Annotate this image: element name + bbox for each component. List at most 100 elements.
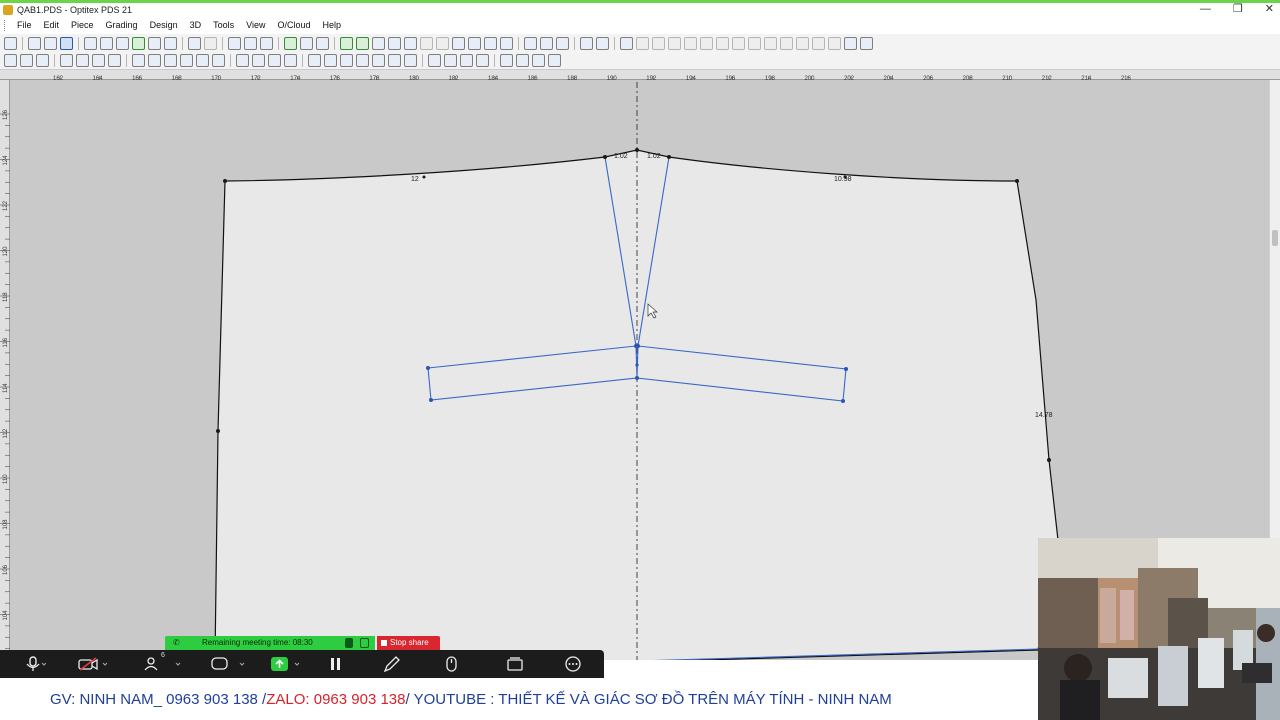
disabled-tool-icon (668, 36, 681, 50)
vertical-scrollbar[interactable] (1269, 80, 1280, 540)
share-screen-icon[interactable] (270, 656, 304, 672)
cut-icon[interactable] (228, 36, 241, 50)
menu-design[interactable]: Design (144, 17, 184, 33)
circle-icon[interactable] (500, 36, 513, 50)
shape-icon[interactable] (556, 36, 569, 50)
grid-icon[interactable] (372, 36, 385, 50)
preview-icon[interactable] (116, 36, 129, 50)
annotation-icon[interactable] (252, 54, 265, 67)
chat-icon[interactable] (210, 656, 250, 672)
reshape-icon[interactable] (92, 54, 105, 67)
piece-properties-icon[interactable] (284, 36, 297, 50)
undo-icon[interactable] (188, 36, 201, 50)
notch-icon[interactable] (404, 36, 417, 50)
grading-tool-icon[interactable] (548, 54, 561, 67)
add-point-icon[interactable] (20, 54, 33, 67)
settings-icon[interactable] (844, 36, 857, 50)
microphone-icon[interactable] (24, 656, 46, 672)
label-left-waist: 12 (411, 176, 419, 183)
menu-piece[interactable]: Piece (65, 17, 100, 33)
menu-grading[interactable]: Grading (100, 17, 144, 33)
annotate-icon[interactable] (383, 656, 401, 672)
text-icon[interactable] (580, 36, 593, 50)
new-file-icon[interactable] (28, 36, 41, 50)
menu-file[interactable]: File (11, 17, 38, 33)
import-icon[interactable] (148, 36, 161, 50)
paste-icon[interactable] (260, 36, 273, 50)
menu-help[interactable]: Help (317, 17, 348, 33)
grade-table-icon[interactable] (300, 36, 313, 50)
redo-icon[interactable] (204, 36, 217, 50)
pause-share-icon[interactable] (329, 656, 343, 672)
pleat-icon[interactable] (468, 36, 481, 50)
rotate-icon[interactable] (388, 36, 401, 50)
arc-icon[interactable] (388, 54, 401, 67)
dart-icon[interactable] (452, 36, 465, 50)
select-tool-icon[interactable] (4, 36, 17, 50)
rectangle-icon[interactable] (428, 54, 441, 67)
pattern-icon[interactable] (444, 54, 457, 67)
print-icon[interactable] (84, 36, 97, 50)
split-icon[interactable] (212, 54, 225, 67)
ruler-tick-label: 114 (3, 383, 9, 393)
delete-icon[interactable] (132, 54, 145, 67)
curve-icon[interactable] (524, 36, 537, 50)
pin-icon[interactable] (148, 54, 161, 67)
mirror-tool-icon[interactable] (500, 54, 513, 67)
menu-view[interactable]: View (240, 17, 271, 33)
fold-icon[interactable] (404, 54, 417, 67)
cut-piece-icon[interactable] (356, 36, 369, 50)
new-share-icon[interactable] (506, 656, 524, 672)
menu-ocloud[interactable]: O/Cloud (271, 17, 316, 33)
menu-3d[interactable]: 3D (184, 17, 208, 33)
menu-tools[interactable]: Tools (207, 17, 240, 33)
align-icon[interactable] (180, 54, 193, 67)
remote-control-icon[interactable] (444, 656, 460, 672)
window-title: QAB1.PDS - Optitex PDS 21 (17, 5, 133, 15)
text-tool-icon[interactable] (236, 54, 249, 67)
line-icon[interactable] (540, 36, 553, 50)
point-tool-icon[interactable] (4, 54, 17, 67)
smooth-icon[interactable] (108, 54, 121, 67)
flag-icon[interactable] (324, 54, 337, 67)
scrollbar-thumb[interactable] (1272, 230, 1278, 246)
pen-icon[interactable] (268, 54, 281, 67)
swap-icon[interactable] (476, 54, 489, 67)
minimize-button[interactable]: — (1200, 3, 1211, 15)
grade-icon[interactable] (36, 54, 49, 67)
cross-icon[interactable] (516, 54, 529, 67)
zoom-icon[interactable] (164, 36, 177, 50)
move-icon[interactable] (60, 54, 73, 67)
more-options-icon[interactable] (564, 656, 582, 672)
disabled-tool-icon (636, 36, 649, 50)
export-icon[interactable] (132, 36, 145, 50)
hem-icon[interactable] (356, 54, 369, 67)
break-icon[interactable] (164, 54, 177, 67)
curve-tool-icon[interactable] (284, 54, 297, 67)
save-icon[interactable] (60, 36, 73, 50)
close-button[interactable]: ✕ (1265, 3, 1274, 15)
wave-icon[interactable] (532, 54, 545, 67)
help-icon[interactable] (316, 36, 329, 50)
open-file-icon[interactable] (44, 36, 57, 50)
seam-icon[interactable] (340, 54, 353, 67)
measure-icon[interactable] (340, 36, 353, 50)
trash-icon[interactable] (308, 54, 321, 67)
banner-zalo: ZALO: 0963 903 138 (266, 690, 406, 708)
menu-edit[interactable]: Edit (38, 17, 66, 33)
maximize-button[interactable]: ❐ (1233, 3, 1243, 15)
video-off-icon[interactable] (78, 656, 112, 672)
disabled-tool-icon (764, 36, 777, 50)
drill-icon[interactable] (596, 36, 609, 50)
piece-view-icon[interactable] (620, 36, 633, 50)
offset-icon[interactable] (196, 54, 209, 67)
copy-icon[interactable] (244, 36, 257, 50)
mark-icon[interactable] (460, 54, 473, 67)
mirror-icon[interactable] (484, 36, 497, 50)
center-icon[interactable] (76, 54, 89, 67)
stop-share-button[interactable]: Stop share (377, 636, 440, 650)
plot-icon[interactable] (100, 36, 113, 50)
layout-icon[interactable] (860, 36, 873, 50)
refresh-icon[interactable] (372, 54, 385, 67)
disabled-tool-icon (652, 36, 665, 50)
